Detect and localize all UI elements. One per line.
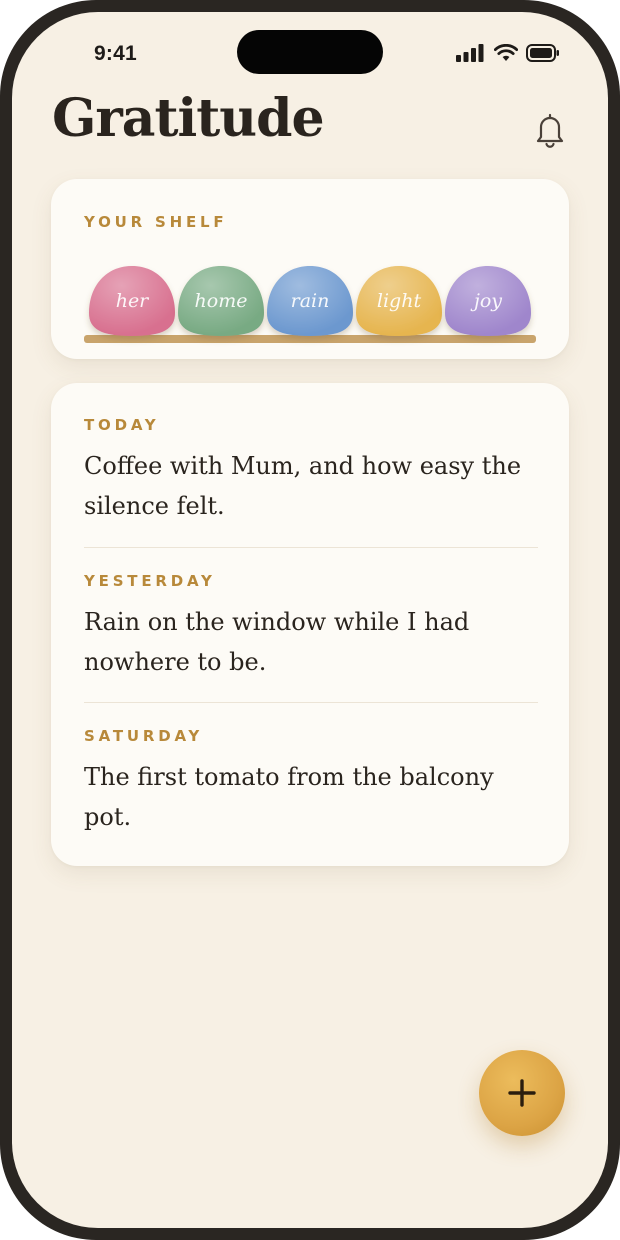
dynamic-island: [237, 30, 383, 74]
shelf-label: YOUR SHELF: [84, 213, 228, 231]
plus-icon: [508, 1079, 536, 1107]
entry-today[interactable]: TODAY Coffee with Mum, and how easy the …: [84, 416, 538, 526]
entry-text-line: The first tomato from the balcony: [84, 763, 494, 791]
add-entry-button[interactable]: [479, 1050, 565, 1136]
entry-day-label: SATURDAY: [84, 727, 204, 745]
entry-text-line: Coffee with Mum, and how easy the: [84, 452, 522, 480]
entry-text: Rain on the window while I had nowhere t…: [84, 602, 538, 682]
stone-label-light: light: [377, 290, 422, 312]
entry-text-line: Rain on the window while I had: [84, 608, 470, 636]
wifi-icon: [494, 44, 518, 61]
entry-divider: [84, 702, 538, 703]
entry-saturday[interactable]: SATURDAY The first tomato from the balco…: [84, 727, 538, 837]
stone-label-rain: rain: [291, 290, 330, 312]
entry-yesterday[interactable]: YESTERDAY Rain on the window while I had…: [84, 572, 538, 682]
entry-text: Coffee with Mum, and how easy the silenc…: [84, 446, 538, 526]
bell-icon: [536, 113, 564, 148]
stone-label-joy: joy: [470, 290, 502, 312]
app-screen: 9:41 Gratitude YOUR SHELF her home rain …: [12, 12, 608, 1228]
entry-text-line: pot.: [84, 803, 132, 831]
stone-shelf: her home rain light joy: [84, 266, 536, 343]
entry-day-label: TODAY: [84, 416, 160, 434]
notifications-button[interactable]: [530, 108, 570, 152]
signal-icon: [456, 44, 484, 62]
entry-day-label: YESTERDAY: [84, 572, 216, 590]
phone-frame: 9:41 Gratitude YOUR SHELF her home rain …: [0, 0, 620, 1240]
entry-divider: [84, 547, 538, 548]
status-icons: [456, 44, 560, 62]
entry-text-line: nowhere to be.: [84, 648, 267, 676]
entry-text-line: silence felt.: [84, 492, 225, 520]
shelf-plank: [84, 335, 536, 343]
stone-label-home: home: [195, 290, 248, 312]
entry-text: The first tomato from the balcony pot.: [84, 757, 538, 837]
entries-card: TODAY Coffee with Mum, and how easy the …: [51, 383, 569, 866]
battery-icon: [526, 44, 559, 62]
status-time: 9:41: [94, 42, 137, 65]
status-bar: 9:41: [12, 12, 608, 92]
stone-label-her: her: [116, 290, 150, 312]
shelf-card: YOUR SHELF her home rain light joy: [51, 179, 569, 359]
page-title: Gratitude: [52, 88, 325, 149]
